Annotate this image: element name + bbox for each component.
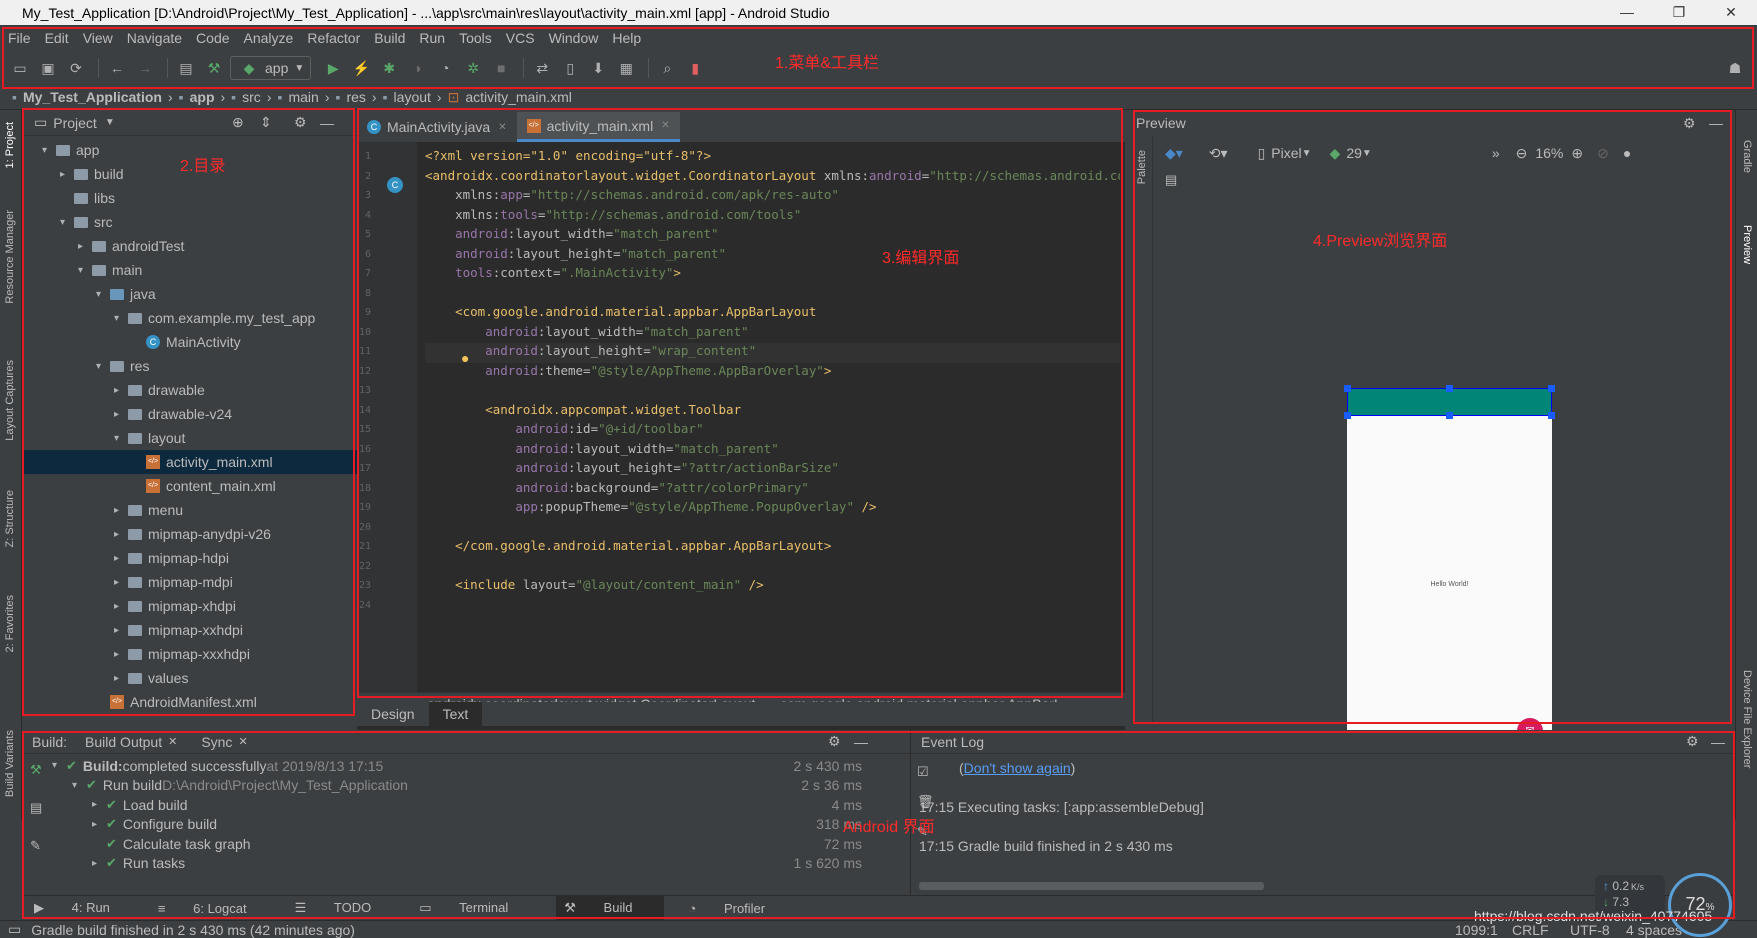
breadcrumb-item[interactable]: main: [288, 89, 318, 105]
gradle-tab[interactable]: Gradle: [1741, 140, 1753, 173]
folder-icon: ▪: [231, 89, 237, 105]
annotation-label: 2.目录: [180, 158, 226, 175]
right-tool-strip: Gradle Preview Device File Explorer: [1735, 110, 1757, 820]
annotation-label: 1.菜单&工具栏: [775, 55, 880, 72]
breadcrumb-item[interactable]: My_Test_Application: [23, 89, 162, 105]
annotation-label: 3.编辑界面: [882, 250, 960, 267]
favorites-tab[interactable]: 2: Favorites: [4, 595, 16, 652]
annotation-label: Android 界面: [843, 819, 935, 836]
tab-text[interactable]: Text: [428, 702, 483, 726]
breadcrumb-item[interactable]: res: [346, 89, 365, 105]
window-title: My_Test_Application [D:\Android\Project\…: [22, 4, 830, 21]
folder-icon: ▪: [335, 89, 341, 105]
device-file-explorer-tab[interactable]: Device File Explorer: [1741, 670, 1753, 768]
resource-manager-tab[interactable]: Resource Manager: [4, 210, 16, 304]
folder-icon: ▪: [12, 89, 17, 105]
preview-tab[interactable]: Preview: [1741, 225, 1753, 264]
layout-captures-tab[interactable]: Layout Captures: [4, 360, 16, 441]
design-text-tabs: Design Text: [357, 702, 1125, 726]
breadcrumb-separator: ›: [324, 89, 330, 105]
annotation-box-preview: [1133, 110, 1732, 724]
minimize-icon[interactable]: —: [1601, 0, 1653, 25]
breadcrumb-separator: ›: [220, 89, 226, 105]
status-icon[interactable]: ▭: [8, 921, 21, 938]
xml-file-icon: ⊡: [447, 88, 460, 105]
breadcrumb-item[interactable]: src: [242, 89, 261, 105]
left-tool-strip: 1: Project Resource Manager Layout Captu…: [0, 110, 22, 820]
breadcrumb-separator: ›: [266, 89, 272, 105]
restore-icon[interactable]: ❐: [1653, 0, 1705, 25]
annotation-label: 4.Preview浏览界面: [1313, 233, 1448, 250]
folder-icon: ▪: [178, 89, 184, 105]
project-tool-tab[interactable]: 1: Project: [4, 122, 16, 168]
status-message: Gradle build finished in 2 s 430 ms (42 …: [31, 921, 355, 938]
folder-icon: ▪: [277, 89, 283, 105]
tab-design[interactable]: Design: [357, 702, 429, 726]
folder-icon: ▪: [382, 89, 388, 105]
close-icon[interactable]: ✕: [1705, 0, 1757, 25]
annotation-box-directory: [22, 108, 355, 716]
breadcrumb-item[interactable]: activity_main.xml: [465, 89, 572, 105]
breadcrumb-separator: ›: [167, 89, 173, 105]
breadcrumb-separator: ›: [371, 89, 377, 105]
build-variants-tab[interactable]: Build Variants: [4, 730, 16, 797]
structure-tab[interactable]: Z: Structure: [4, 490, 16, 547]
breadcrumb-separator: ›: [436, 89, 442, 105]
annotation-box-editor: [357, 108, 1123, 698]
breadcrumb-item[interactable]: layout: [394, 89, 431, 105]
title-bar: My_Test_Application [D:\Android\Project\…: [0, 0, 1757, 25]
breadcrumb-item[interactable]: app: [190, 89, 215, 105]
